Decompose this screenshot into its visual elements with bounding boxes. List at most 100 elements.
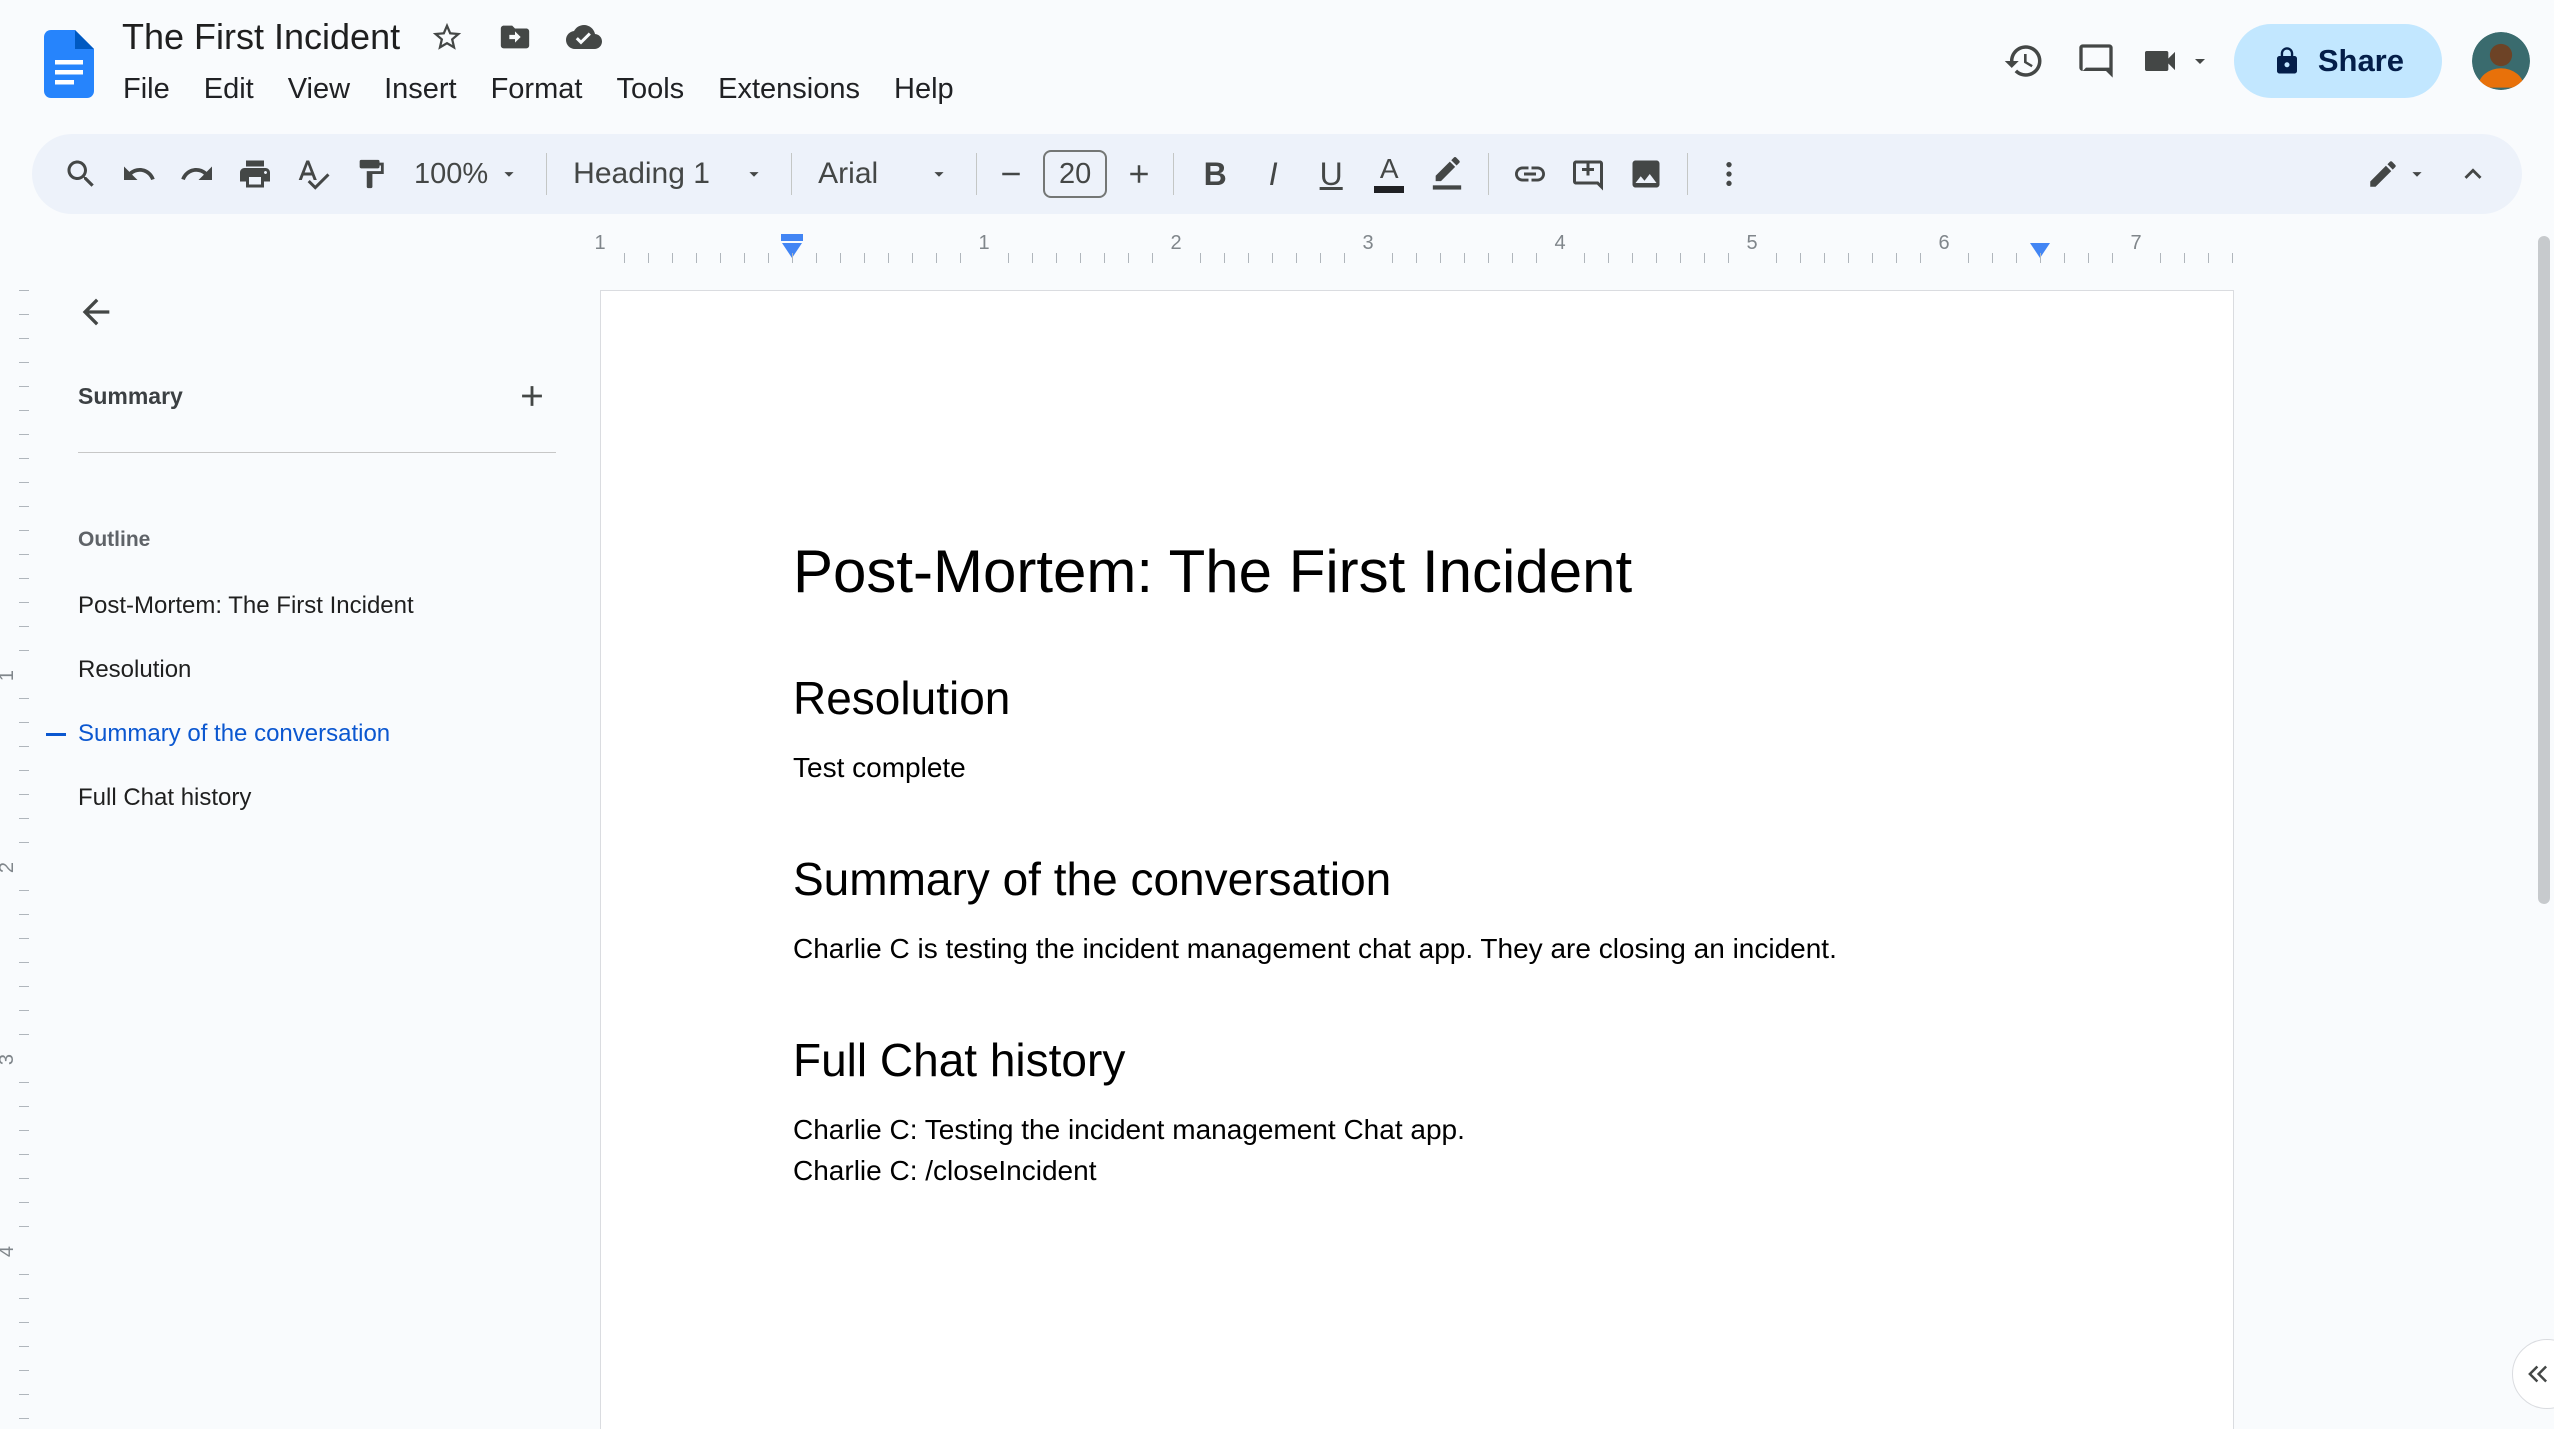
bold-label: B <box>1203 155 1227 192</box>
menu-file[interactable]: File <box>106 64 187 115</box>
toolbar-divider <box>1687 153 1689 195</box>
minus-icon <box>1002 172 1020 176</box>
undo-button[interactable] <box>110 145 168 203</box>
toolbar-divider <box>1488 153 1490 195</box>
add-comment-button[interactable] <box>1559 145 1617 203</box>
link-icon <box>1515 166 1546 182</box>
docs-logo-icon[interactable] <box>44 30 94 98</box>
pencil-icon <box>2370 161 2396 187</box>
search-menus-button[interactable] <box>52 145 110 203</box>
menu-insert[interactable]: Insert <box>367 64 474 115</box>
menu-extensions[interactable]: Extensions <box>701 64 877 115</box>
doc-paragraph[interactable]: Charlie C: Testing the incident manageme… <box>793 1109 2041 1150</box>
collapse-toolbar-button[interactable] <box>2444 145 2502 203</box>
summary-header: Summary <box>78 372 556 420</box>
version-history-button[interactable] <box>1988 25 2060 97</box>
outline-item-2[interactable]: Summary of the conversation <box>0 702 590 766</box>
add-comment-icon <box>1573 160 1604 191</box>
doc-heading-1[interactable]: Post-Mortem: The First Incident <box>793 537 2041 607</box>
insert-link-button[interactable] <box>1501 145 1559 203</box>
avatar[interactable] <box>2472 32 2530 90</box>
plus-icon <box>522 386 542 406</box>
doc-heading-chat-history[interactable]: Full Chat history <box>793 1031 2041 1089</box>
sidebar-divider <box>78 452 556 453</box>
outline-item-1[interactable]: Resolution <box>0 638 590 702</box>
outline-label: Outline <box>78 528 151 551</box>
join-call-button[interactable] <box>2132 25 2212 97</box>
first-line-indent-marker[interactable] <box>781 234 803 241</box>
star-icon[interactable] <box>430 20 464 54</box>
cloud-saved-icon[interactable] <box>566 19 603 55</box>
paint-format-icon <box>359 159 384 189</box>
undo-icon <box>124 166 155 180</box>
bold-button[interactable]: B <box>1186 145 1244 203</box>
history-icon <box>2004 45 2042 77</box>
underline-button[interactable]: U <box>1302 145 1360 203</box>
italic-button[interactable]: I <box>1244 145 1302 203</box>
menu-bar: File Edit View Insert Format Tools Exten… <box>106 64 971 115</box>
document-title[interactable]: The First Incident <box>122 16 400 58</box>
doc-heading-summary[interactable]: Summary of the conversation <box>793 850 2041 908</box>
font-select[interactable]: Arial <box>804 145 964 203</box>
paint-format-button[interactable] <box>342 145 400 203</box>
share-label: Share <box>2317 43 2404 78</box>
decrease-font-size-button[interactable] <box>989 145 1033 203</box>
outline-item-label: Summary of the conversation <box>78 720 391 747</box>
text-color-button[interactable]: A <box>1360 145 1418 203</box>
style-value: Heading 1 <box>573 157 710 190</box>
vertical-scrollbar[interactable] <box>2538 236 2550 904</box>
zoom-select[interactable]: 100% <box>400 145 534 203</box>
text-color-label: A <box>1379 153 1399 184</box>
add-summary-button[interactable] <box>508 372 556 420</box>
outline-list: Post-Mortem: The First Incident Resoluti… <box>0 574 590 830</box>
menu-format[interactable]: Format <box>474 64 600 115</box>
move-folder-icon[interactable] <box>498 20 532 54</box>
comments-icon <box>2079 44 2113 78</box>
outline-item-3[interactable]: Full Chat history <box>0 766 590 830</box>
increase-font-size-button[interactable] <box>1117 145 1161 203</box>
comments-button[interactable] <box>2060 25 2132 97</box>
text-color-swatch <box>1374 186 1405 193</box>
spellcheck-button[interactable] <box>284 145 342 203</box>
print-button[interactable] <box>226 145 284 203</box>
search-icon <box>67 160 94 187</box>
italic-label: I <box>1268 155 1278 192</box>
google-docs-window: The First Incident File Edit View Insert… <box>0 0 2554 1429</box>
menu-view[interactable]: View <box>271 64 367 115</box>
font-size-input[interactable]: 20 <box>1043 150 1108 198</box>
more-toolbar-options-button[interactable] <box>1700 145 1758 203</box>
formatting-toolbar: 100% Heading 1 Arial 20 B I U A <box>32 134 2522 214</box>
outline-item-label: Resolution <box>78 656 192 683</box>
show-side-panel-button[interactable] <box>2512 1339 2554 1409</box>
insert-image-button[interactable] <box>1617 145 1675 203</box>
highlight-color-button[interactable] <box>1418 145 1476 203</box>
zoom-value: 100% <box>414 157 489 190</box>
toolbar-divider <box>546 153 548 195</box>
outline-item-0[interactable]: Post-Mortem: The First Incident <box>0 574 590 638</box>
underline-label: U <box>1319 155 1343 192</box>
doc-paragraph[interactable]: Charlie C is testing the incident manage… <box>793 928 2041 969</box>
lock-icon <box>2276 47 2297 74</box>
document-page[interactable]: Post-Mortem: The First Incident Resoluti… <box>600 290 2234 1429</box>
redo-icon <box>181 166 212 180</box>
editing-mode-select[interactable] <box>2350 145 2444 203</box>
outline-item-label: Full Chat history <box>78 784 252 811</box>
spellcheck-icon <box>298 160 330 190</box>
close-outline-button[interactable] <box>66 282 126 342</box>
caret-down-icon <box>934 172 944 177</box>
horizontal-ruler: 11234567 <box>0 228 2554 270</box>
menu-edit[interactable]: Edit <box>187 64 271 115</box>
doc-heading-resolution[interactable]: Resolution <box>793 669 2041 727</box>
toolbar-divider <box>976 153 978 195</box>
redo-button[interactable] <box>168 145 226 203</box>
paragraph-style-select[interactable]: Heading 1 <box>559 145 779 203</box>
menu-help[interactable]: Help <box>877 64 971 115</box>
toolbar-divider <box>791 153 793 195</box>
doc-paragraph[interactable]: Test complete <box>793 747 2041 788</box>
share-button[interactable]: Share <box>2233 24 2442 98</box>
plus-icon <box>1130 165 1148 183</box>
document-content: Post-Mortem: The First Incident Resoluti… <box>601 291 2233 1191</box>
top-bar: The First Incident File Edit View Insert… <box>0 0 2554 132</box>
doc-paragraph[interactable]: Charlie C: /closeIncident <box>793 1150 2041 1191</box>
menu-tools[interactable]: Tools <box>599 64 701 115</box>
